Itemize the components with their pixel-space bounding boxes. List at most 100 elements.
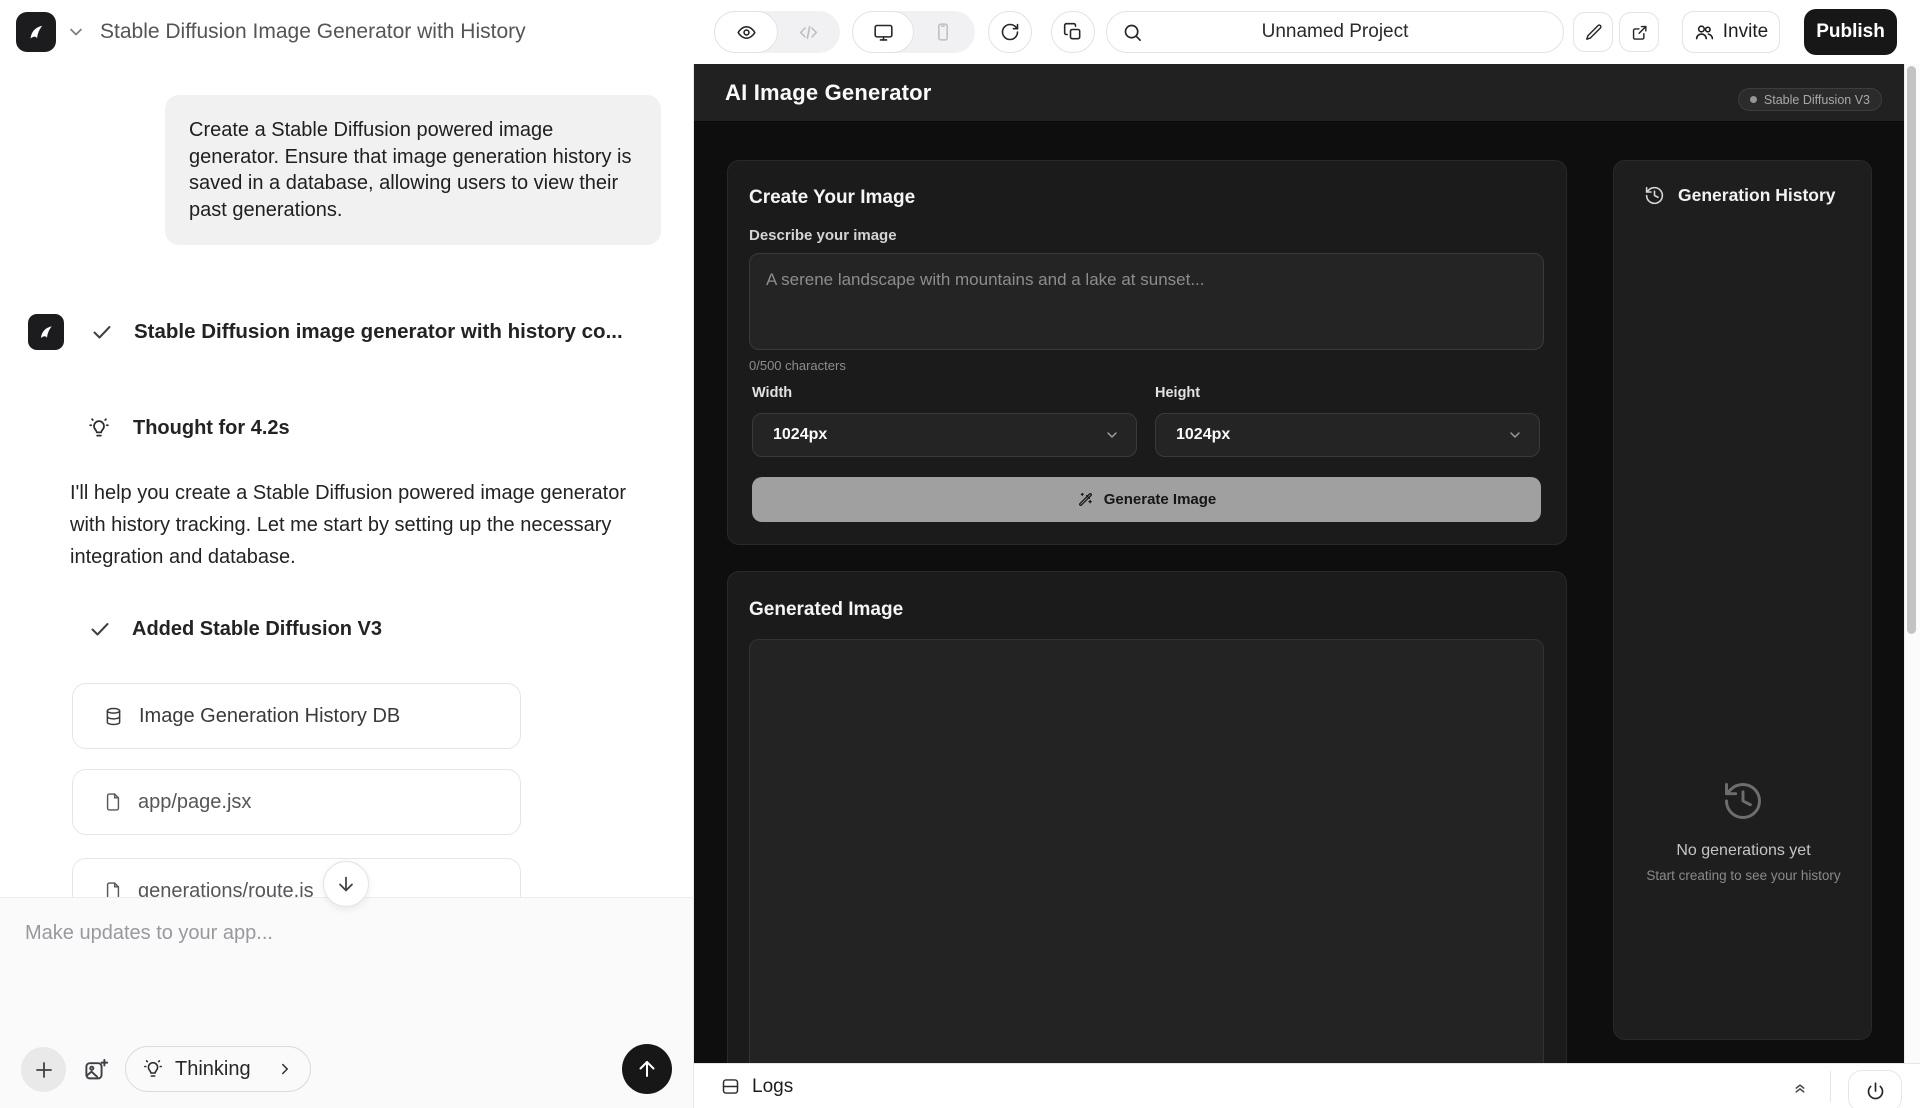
artifact-card-label: Image Generation History DB [139,705,400,728]
chevron-right-icon [276,1060,294,1078]
project-menu-chevron-down-icon[interactable] [66,22,86,42]
prompt-label: Describe your image [749,227,897,244]
create-logo-icon [34,320,58,344]
logs-label: Logs [752,1076,793,1098]
height-value: 1024px [1176,426,1507,444]
mobile-view-button[interactable] [914,22,972,42]
copy-icon [1063,22,1083,42]
artifact-card-database[interactable]: Image Generation History DB [72,683,521,749]
preview-app-title: AI Image Generator [725,80,932,106]
preview-scrollbar-thumb[interactable] [1907,66,1916,634]
project-name-field [1106,11,1564,53]
thought-row[interactable]: Thought for 4.2s [86,415,290,441]
logs-divider [1830,1071,1831,1102]
user-message-text: Create a Stable Diffusion powered image … [189,119,631,221]
logs-toggle[interactable]: Logs [720,1064,793,1108]
power-button[interactable] [1848,1070,1902,1108]
added-integration-row: Added Stable Diffusion V3 [88,617,382,641]
add-attachment-button[interactable] [21,1047,66,1092]
chat-composer: Thinking [0,897,693,1108]
history-empty-title: No generations yet [1614,842,1873,860]
generated-card-title: Generated Image [749,599,903,621]
task-summary-row[interactable]: Stable Diffusion image generator with hi… [90,320,623,344]
app-preview: AI Image Generator Stable Diffusion V3 C… [694,64,1904,1063]
thought-label: Thought for 4.2s [133,417,290,440]
code-mode-button[interactable] [778,22,838,43]
project-title: Stable Diffusion Image Generator with Hi… [100,0,526,64]
user-message-bubble: Create a Stable Diffusion powered image … [165,95,661,245]
chevron-down-icon [1507,427,1523,443]
check-icon [88,617,112,641]
added-integration-label: Added Stable Diffusion V3 [132,618,382,641]
lightbulb-icon [141,1057,165,1081]
panel-divider [693,0,694,1108]
preview-mode-button[interactable] [714,11,778,53]
power-icon [1865,1081,1886,1102]
model-badge-label: Stable Diffusion V3 [1764,93,1870,107]
open-external-button[interactable] [1619,12,1659,52]
arrow-down-icon [335,873,357,895]
expand-logs-button[interactable] [1787,1074,1813,1100]
width-value: 1024px [773,426,1104,444]
status-dot-icon [1750,96,1757,103]
logs-bar: Logs [694,1063,1920,1108]
send-button[interactable] [622,1044,672,1094]
view-mode-toggle [714,11,840,53]
plus-icon [32,1058,56,1082]
thinking-mode-toggle[interactable]: Thinking [125,1046,311,1092]
chevrons-up-icon [1791,1078,1809,1096]
rename-button[interactable] [1573,12,1613,52]
char-count: 0/500 characters [749,358,846,373]
device-toggle [852,11,975,53]
create-logo-icon [23,19,49,45]
model-badge: Stable Diffusion V3 [1738,88,1882,111]
publish-button[interactable]: Publish [1804,9,1897,55]
database-icon [103,706,124,727]
top-bar: Stable Diffusion Image Generator with Hi… [0,0,1920,64]
generate-button-label: Generate Image [1104,491,1217,508]
search-icon [1122,22,1143,43]
height-select[interactable]: 1024px [1155,413,1540,457]
height-label: Height [1155,385,1200,401]
history-empty-subtitle: Start creating to see your history [1614,868,1873,883]
lightbulb-icon [86,415,112,441]
workspace-logo[interactable] [16,12,56,52]
generate-image-button[interactable]: Generate Image [752,477,1541,522]
project-name-input[interactable] [1107,12,1563,52]
code-icon [798,22,819,43]
refresh-button[interactable] [988,11,1032,53]
preview-app-header: AI Image Generator Stable Diffusion V3 [694,64,1904,122]
chat-panel: Create a Stable Diffusion powered image … [0,64,693,1108]
chevron-down-icon [1104,427,1120,443]
width-label: Width [752,385,792,401]
users-icon [1694,22,1715,43]
invite-button[interactable]: Invite [1682,11,1780,53]
generated-image-card: Generated Image Your generated image wil… [727,571,1567,1063]
copy-button[interactable] [1051,11,1095,53]
width-select[interactable]: 1024px [752,413,1137,457]
arrow-up-icon [635,1057,659,1081]
scroll-to-bottom-button[interactable] [323,861,369,907]
generated-image-placeholder: Your generated image will appear here... [749,639,1544,1063]
artifact-card-file[interactable]: app/page.jsx [72,769,521,835]
external-link-icon [1630,23,1649,42]
history-clock-icon [1644,185,1665,206]
create-card-title: Create Your Image [749,187,915,209]
desktop-view-button[interactable] [852,11,914,53]
pencil-icon [1584,23,1603,42]
prompt-textarea[interactable] [749,253,1544,350]
generation-history-card: Generation History No generations yet St… [1613,160,1872,1040]
image-add-icon [83,1057,110,1084]
preview-scrollbar-track[interactable] [1904,64,1920,1063]
artifact-card-label: app/page.jsx [138,791,251,814]
eye-icon [736,22,757,43]
assistant-avatar [28,314,64,350]
assistant-paragraph: I'll help you create a Stable Diffusion … [70,477,662,573]
add-image-button[interactable] [79,1054,113,1086]
chat-input[interactable] [25,922,645,1022]
check-icon [90,320,114,344]
file-icon [103,792,123,812]
refresh-icon [1000,22,1020,42]
screen: Stable Diffusion Image Generator with Hi… [0,0,1920,1108]
thinking-label: Thinking [175,1058,266,1081]
